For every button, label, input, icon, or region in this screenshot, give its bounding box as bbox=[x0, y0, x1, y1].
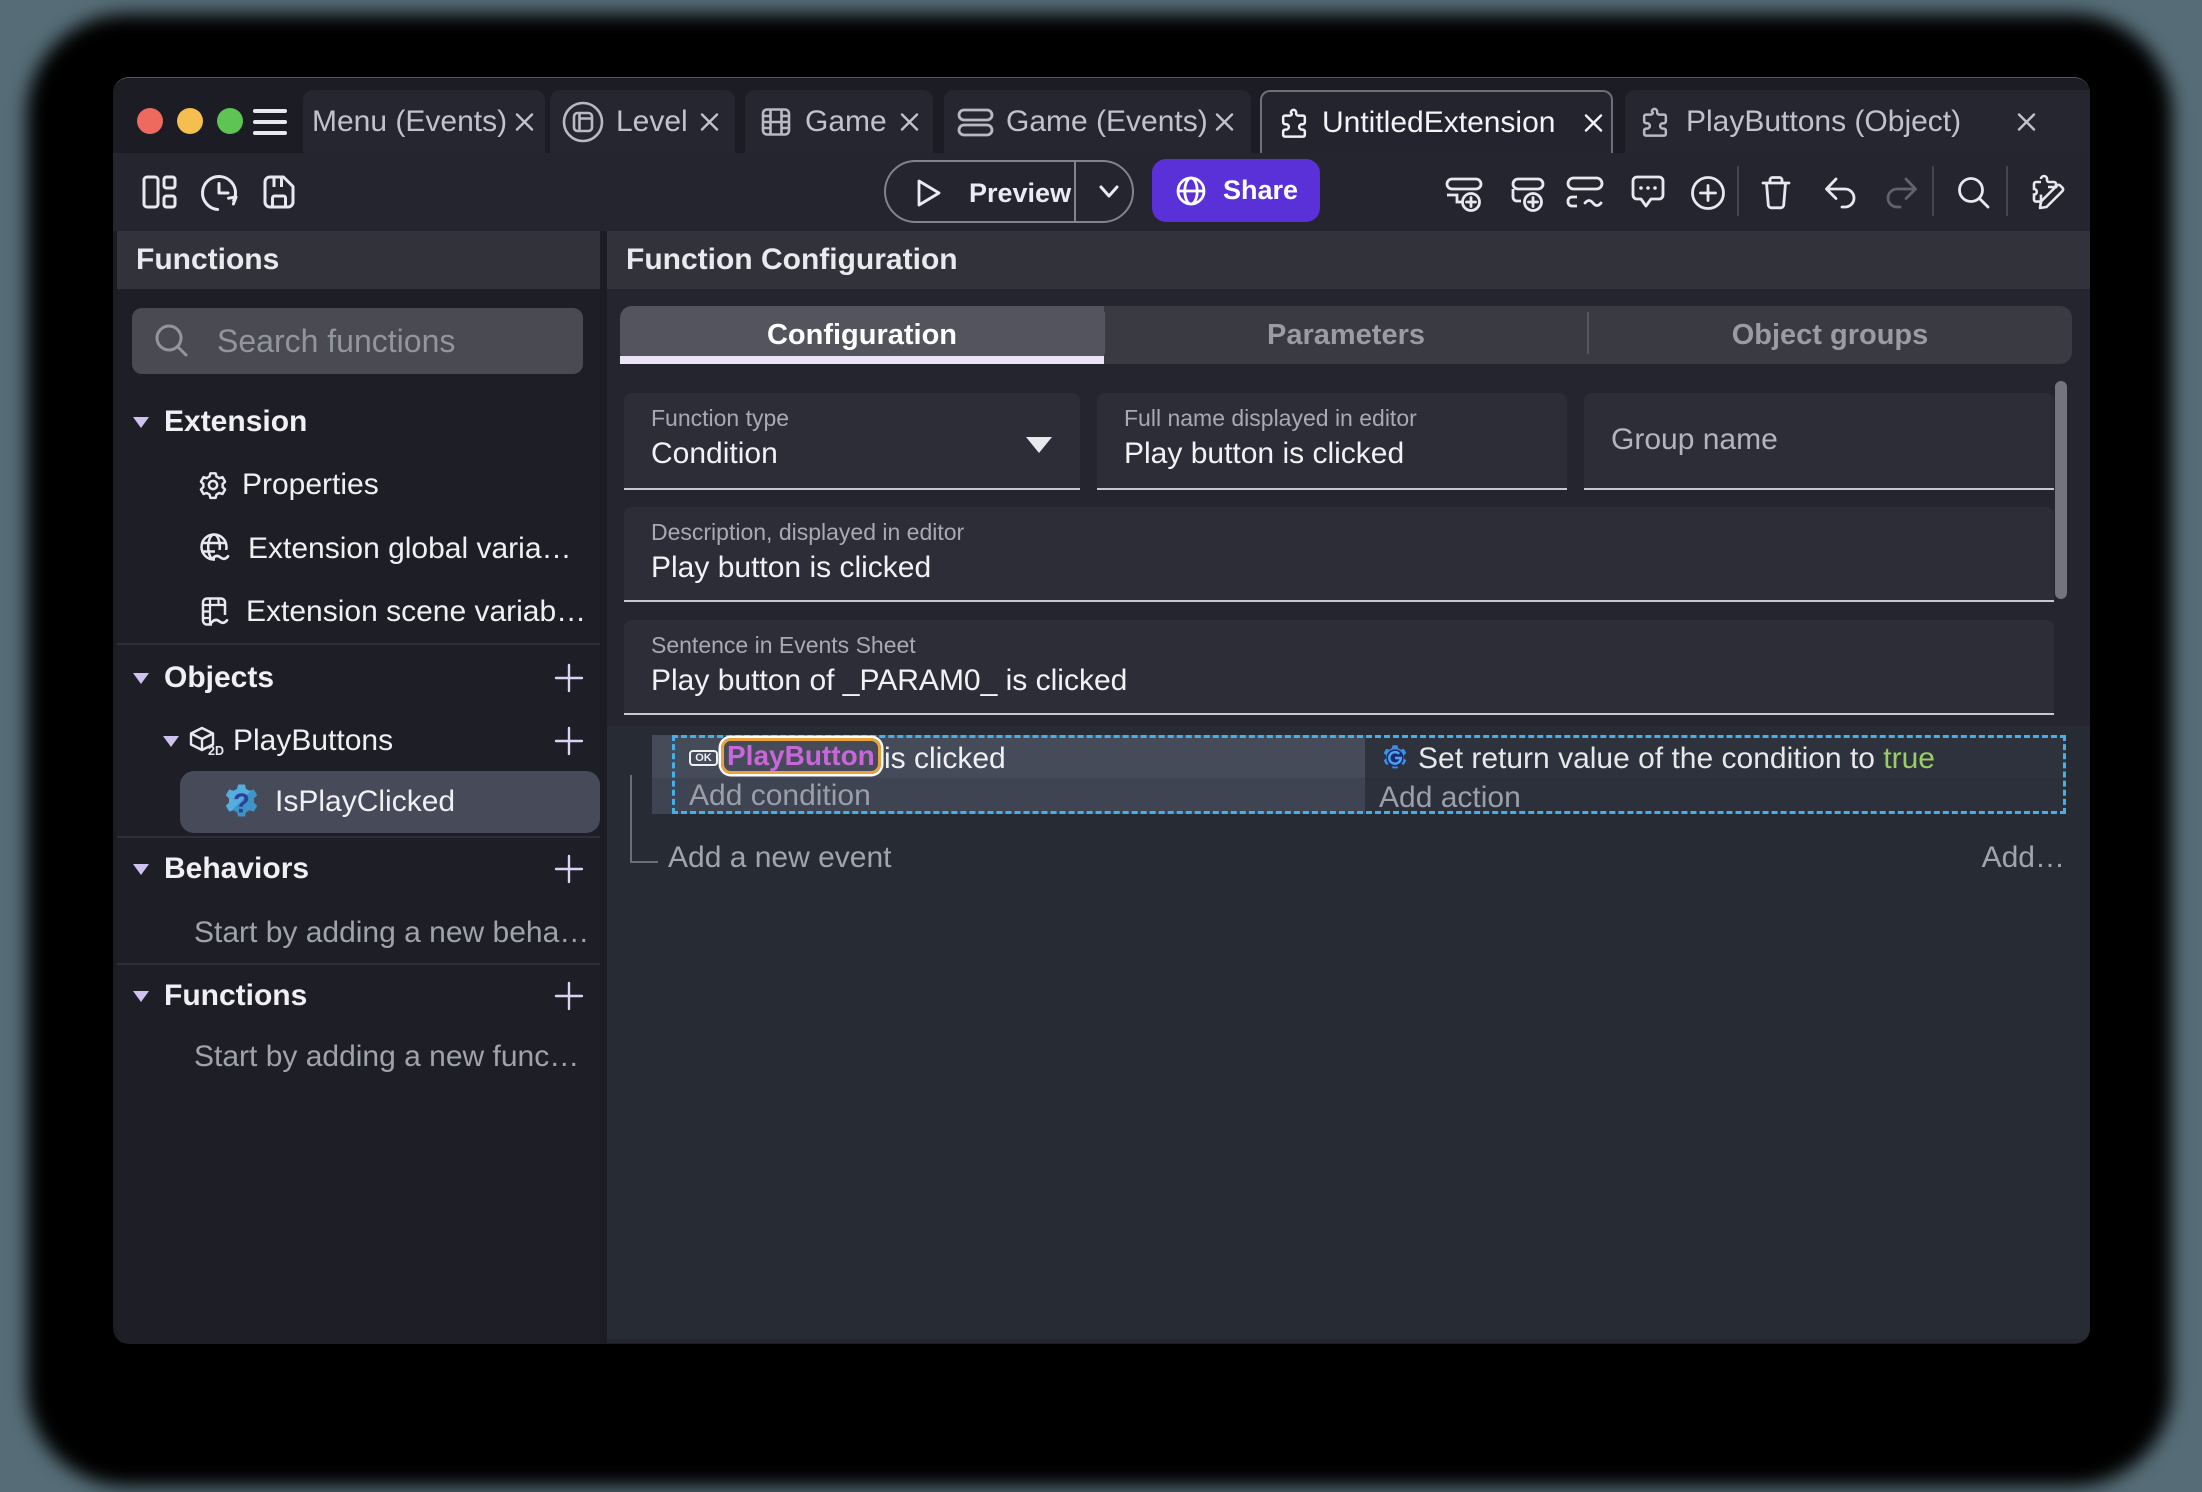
svg-text:?: ? bbox=[233, 787, 250, 818]
svg-text:2D: 2D bbox=[208, 744, 224, 756]
